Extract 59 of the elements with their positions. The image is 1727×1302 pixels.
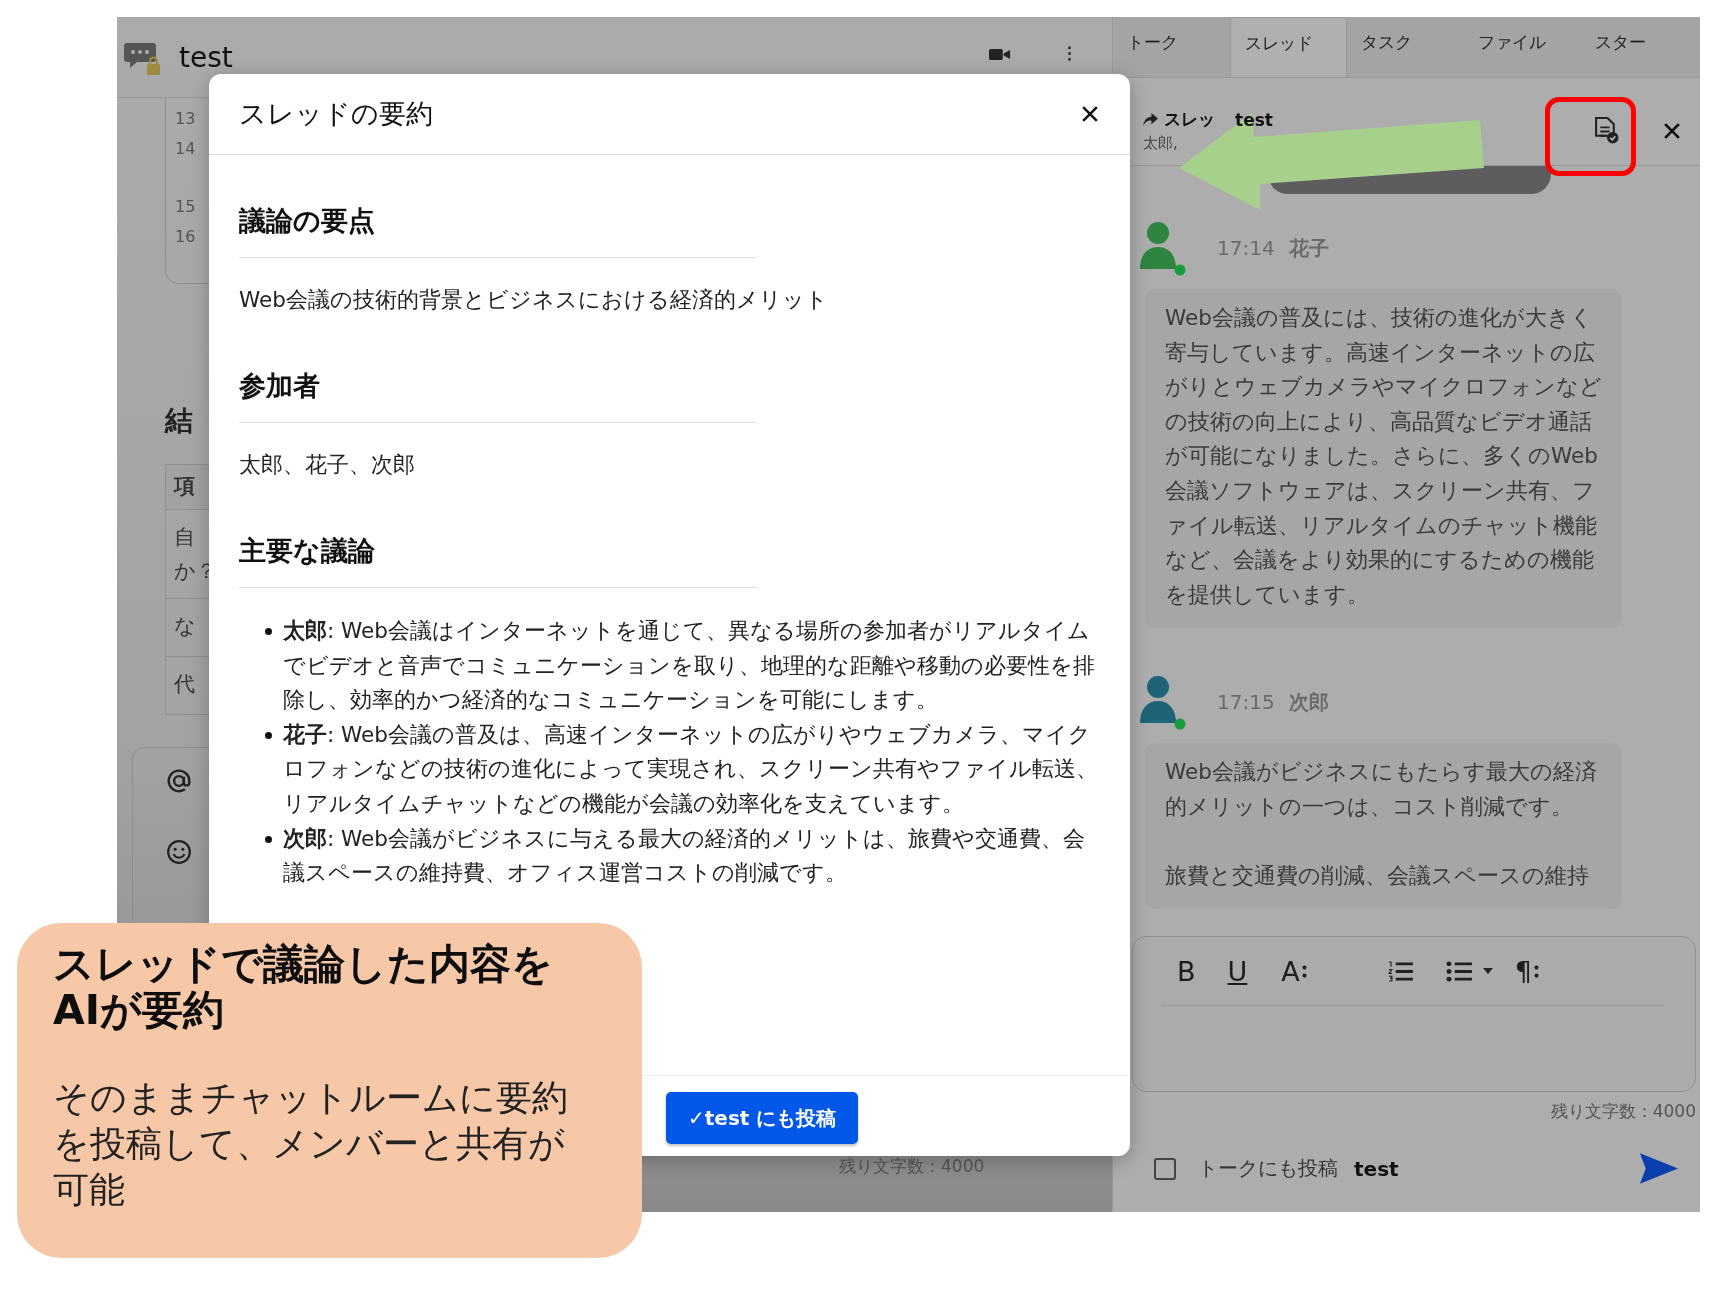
message-author: 花子: [1288, 234, 1329, 262]
tab[interactable]: タスク: [1347, 17, 1464, 77]
line-number: 13: [175, 108, 196, 130]
more-dots-icon: [1533, 963, 1539, 979]
video-camera-icon[interactable]: [989, 47, 1011, 62]
discussion-point: 太郎: Web会議はインターネットを通じて、異なる場所の参加者がリアルタイムでビデオと音声でコミュニケーションを取り、地理的な距離や移動の必要性を排除し、効率的かつ経済的なコミュニケーションを可能にします。: [283, 617, 1096, 715]
room-title: test: [179, 40, 233, 74]
message-text: 旅費と交通費の削減、会議スペースの維持: [1165, 861, 1590, 890]
discussion-point: 花子: Web会議の普及は、高速インターネットの広がりやウェブカメラ、マイクロフォンなどの技術の進化によって実現され、スクリーン共有やファイル転送、リアルタイムチャットなどの機能が会議の効率化を支えています。: [283, 720, 1099, 818]
checkbox[interactable]: [1154, 1157, 1176, 1180]
message-text: Web会議がビジネスにもたらす最大の経済的メリットの一つは、コスト削減です。: [1165, 758, 1598, 821]
thread-label: スレッ: [1164, 108, 1215, 131]
caret-icon[interactable]: [1482, 968, 1493, 974]
format-button[interactable]: ¶: [1514, 955, 1539, 987]
member-list: 太郎,: [1143, 134, 1178, 153]
close-icon[interactable]: [1082, 106, 1098, 122]
thread-name: test: [1235, 109, 1273, 130]
user-avatar-icon: [1138, 219, 1186, 277]
message-editor[interactable]: B U A ¶: [1132, 936, 1696, 1092]
tab[interactable]: トーク: [1113, 17, 1230, 77]
emoji-icon[interactable]: [166, 839, 192, 865]
callout-text: そのままチャットルームに要約を投稿して、メンバーと共有が可能: [53, 1076, 569, 1212]
share-arrow-icon: [1143, 113, 1158, 126]
numbered-list-icon[interactable]: [1386, 960, 1414, 982]
section-heading: 結: [165, 403, 193, 439]
message-time: 17:14: [1217, 236, 1275, 260]
post-button[interactable]: ✓test にも投稿: [666, 1092, 859, 1144]
more-options-icon[interactable]: [1067, 45, 1072, 62]
character-count: 残り文字数：4000: [1550, 1100, 1696, 1123]
send-icon[interactable]: [1640, 1153, 1678, 1184]
discussion-point: 次郎: Web会議がビジネスに与える最大の経済的メリットは、旅費や交通費、会議スペースの維持費、オフィス運営コストの削減です。: [283, 824, 1086, 888]
message-time: 17:15: [1217, 690, 1275, 715]
dialog-title: スレッドの要約: [239, 97, 433, 131]
line-number: 15: [175, 196, 196, 218]
line-number: 14: [175, 138, 196, 160]
callout-title: スレッドで議論した内容をAIが要約: [53, 941, 554, 1033]
bold-button[interactable]: B: [1177, 955, 1196, 987]
section-text: Web会議の技術的背景とビジネスにおける経済的メリット: [239, 286, 829, 314]
bullet-dot: [265, 835, 272, 843]
section-heading: 議論の要点: [239, 204, 375, 238]
document-check-icon[interactable]: [1594, 117, 1619, 144]
format-button[interactable]: A: [1281, 955, 1307, 987]
bullet-list-icon[interactable]: [1445, 960, 1473, 982]
tab[interactable]: ファイル: [1464, 17, 1581, 77]
close-icon[interactable]: [1664, 122, 1680, 139]
bullet-dot: [265, 628, 272, 635]
room-name: test: [1354, 1156, 1399, 1181]
more-dots-icon: [1301, 963, 1307, 979]
message-text: Web会議の普及には、技術の進化が大きく寄与しています。高速インターネットの広がりとウェブカメラやマイクロフォンなどの技術の向上により、高品質なビデオ通話が可能になりました。さらに、多くのWeb会議ソフトウェアは、スクリーン共有、ファイル転送、リアルタイムのチャット機能など、会議をより効果的にするための機能を提供しています。: [1165, 304, 1602, 609]
message-author: 次郎: [1288, 688, 1329, 716]
line-number: 16: [175, 226, 196, 248]
mention-icon[interactable]: [166, 768, 192, 794]
underline-button[interactable]: U: [1227, 955, 1248, 987]
tab[interactable]: スレッド: [1230, 17, 1347, 77]
checkbox-label: トークにも投稿: [1198, 1155, 1338, 1182]
section-heading: 参加者: [239, 369, 320, 403]
bullet-dot: [265, 731, 272, 739]
user-avatar-icon: [1138, 673, 1186, 732]
tab[interactable]: スター: [1581, 17, 1698, 77]
